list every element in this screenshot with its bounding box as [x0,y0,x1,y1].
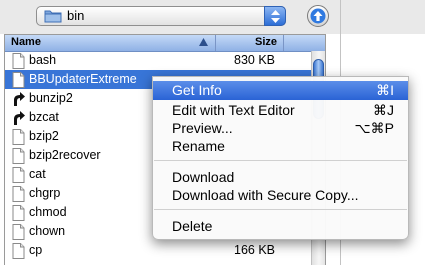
file-size: 830 KB [234,53,276,67]
file-name: bzip2 [29,129,59,143]
document-icon [12,167,25,183]
file-row[interactable]: cp 166 KB [5,241,311,260]
path-label: bin [67,8,85,23]
menu-separator [154,209,407,210]
menu-item-label: Delete [172,218,213,234]
menu-item-label: Edit with Text Editor [172,102,295,118]
file-name: bunzip2 [29,91,73,105]
file-name: chgrp [29,186,61,200]
document-icon [12,224,25,240]
toolbar: bin [0,0,425,34]
document-icon [12,129,25,145]
file-name: cp [29,243,43,257]
context-menu: Get Info ⌘I Edit with Text Editor ⌘J Pre… [152,76,409,240]
menu-item-preview[interactable]: Preview... ⌥⌘P [153,119,408,138]
menu-separator [154,160,407,161]
file-row[interactable]: bash 830 KB [5,51,311,70]
menu-item-get-info[interactable]: Get Info ⌘I [153,81,408,100]
alias-arrow-icon [14,92,25,106]
path-popup[interactable]: bin [36,6,286,26]
menu-item-label: Get Info [172,82,222,98]
file-name: BBUpdaterExtreme [29,72,137,86]
document-icon [12,243,25,259]
file-name: cat [29,167,46,181]
document-icon [12,53,25,69]
column-header-size[interactable]: Size [255,36,277,48]
document-icon [12,148,25,164]
column-header-name[interactable]: Name [11,36,41,48]
document-icon [12,205,25,221]
column-divider[interactable] [283,35,284,51]
column-divider[interactable] [215,35,216,51]
menu-item-label: Preview... [172,120,233,136]
menu-item-label: Download with Secure Copy... [172,187,359,203]
file-name: bash [29,53,57,67]
folder-icon [44,10,62,23]
menu-item-shortcut: ⌘J [373,102,394,118]
document-icon [12,72,25,88]
menu-item-label: Download [172,169,235,185]
menu-item-edit-with-text-editor[interactable]: Edit with Text Editor ⌘J [153,101,408,120]
up-down-arrows-icon [271,10,280,23]
file-name: bzip2recover [29,148,101,162]
file-name: bzcat [29,110,59,124]
alias-arrow-icon [14,111,25,125]
parent-folder-button[interactable] [307,5,329,27]
up-arrow-icon [310,8,326,24]
menu-item-label: Rename [172,138,225,154]
path-stepper[interactable] [264,6,286,26]
file-name: chmod [29,205,67,219]
sort-ascending-icon [199,38,208,46]
list-header: Name Size [5,35,325,52]
menu-item-shortcut: ⌥⌘P [354,120,394,136]
document-icon [12,186,25,202]
menu-item-delete[interactable]: Delete [153,217,408,236]
menu-item-download-secure-copy[interactable]: Download with Secure Copy... [153,186,408,205]
menu-item-download[interactable]: Download [153,168,408,187]
file-size: 166 KB [234,243,276,257]
menu-item-shortcut: ⌘I [376,82,394,98]
menu-item-rename[interactable]: Rename [153,137,408,156]
file-name: chown [29,224,66,238]
